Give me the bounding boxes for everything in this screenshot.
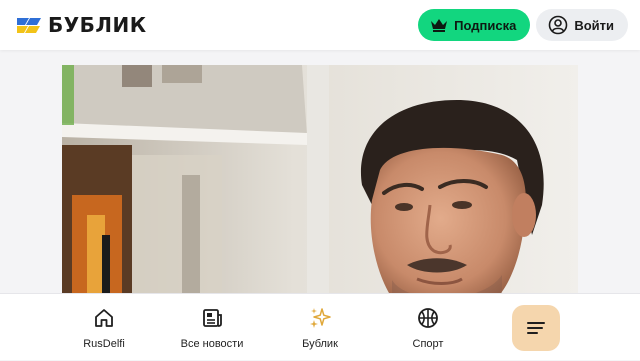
login-label: Войти [574, 17, 614, 33]
user-circle-icon [549, 15, 568, 35]
login-button[interactable]: Войти [536, 9, 628, 41]
nav-label-bublik: Бублик [302, 338, 338, 350]
site-header: БУБЛИК Подписка Войти [0, 0, 640, 50]
nav-item-all-news[interactable]: Все новости [167, 294, 257, 361]
nav-label-rusdelfi: RusDelfi [83, 338, 125, 350]
bottom-navigation: RusDelfi Все новости Бублик Спорт [0, 293, 640, 360]
article-photo[interactable] [62, 65, 578, 305]
article-photo-image [62, 65, 578, 305]
nav-label-sport: Спорт [412, 338, 444, 350]
nav-label-all-news: Все новости [180, 338, 244, 350]
menu-button[interactable] [512, 305, 560, 351]
nav-item-bublik[interactable]: Бублик [275, 294, 365, 361]
basketball-icon [418, 308, 438, 328]
site-logo[interactable]: БУБЛИК [16, 13, 147, 37]
menu-icon [527, 322, 545, 334]
sparkles-icon [310, 308, 331, 328]
header-actions: Подписка Войти [418, 9, 628, 41]
logo-text: БУБЛИК [48, 13, 147, 37]
logo-mark-icon [17, 18, 41, 33]
newspaper-icon [203, 309, 222, 327]
nav-item-sport[interactable]: Спорт [383, 294, 473, 361]
subscribe-label: Подписка [454, 17, 517, 33]
crown-icon [431, 19, 448, 32]
subscribe-button[interactable]: Подписка [418, 9, 531, 41]
home-icon [95, 309, 113, 327]
nav-item-rusdelfi[interactable]: RusDelfi [59, 294, 149, 361]
